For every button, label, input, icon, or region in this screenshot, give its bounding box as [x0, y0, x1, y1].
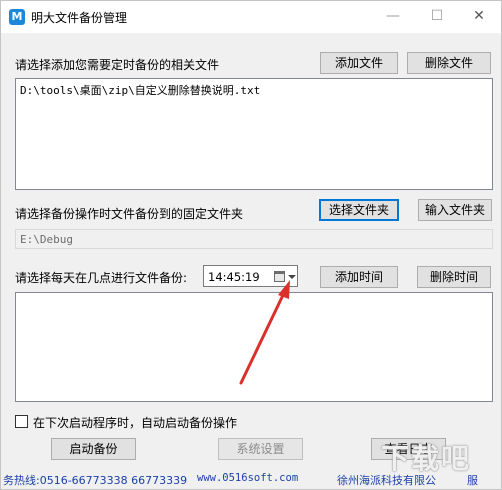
backup-folder-field: E:\Debug — [15, 229, 493, 249]
folder-label: 请选择备份操作时文件备份到的固定文件夹 — [15, 207, 244, 221]
maximize-icon[interactable]: ☐ — [415, 1, 459, 31]
calendar-icon[interactable] — [274, 271, 285, 282]
add-time-button[interactable]: 添加时间 — [320, 266, 398, 288]
delete-time-button[interactable]: 删除时间 — [417, 266, 491, 288]
watermark-logo: 下载吧 — [381, 442, 472, 475]
backup-folder-path: E:\Debug — [20, 233, 73, 246]
select-folder-button[interactable]: 选择文件夹 — [319, 199, 399, 221]
app-logo-icon: M — [9, 9, 25, 25]
backup-time-picker[interactable]: 14:45:19 — [203, 265, 298, 287]
system-settings-button: 系统设置 — [218, 438, 303, 460]
minimize-icon[interactable]: — — [371, 1, 415, 31]
file-list-item[interactable]: D:\tools\桌面\zip\自定义删除替换说明.txt — [20, 82, 260, 98]
time-label: 请选择每天在几点进行文件备份: — [15, 271, 188, 285]
autostart-checkbox[interactable] — [15, 415, 28, 428]
autostart-label: 在下次启动程序时，自动启动备份操作 — [33, 416, 238, 430]
time-list[interactable] — [15, 292, 493, 402]
website-link[interactable]: www.0516soft.com — [197, 472, 298, 484]
chevron-down-icon[interactable] — [288, 275, 296, 279]
window-title: 明大文件备份管理 — [31, 11, 128, 25]
app-window: M 明大文件备份管理 — ☐ ✕ 请选择添加您需要定时备份的相关文件 添加文件 … — [0, 0, 502, 490]
file-list[interactable]: D:\tools\桌面\zip\自定义删除替换说明.txt — [15, 78, 493, 190]
input-folder-button[interactable]: 输入文件夹 — [418, 199, 492, 221]
title-bar[interactable]: M 明大文件备份管理 — ☐ ✕ — [1, 1, 501, 33]
add-file-button[interactable]: 添加文件 — [320, 52, 398, 74]
delete-file-button[interactable]: 删除文件 — [407, 52, 491, 74]
backup-time-value[interactable]: 14:45:19 — [208, 270, 260, 284]
close-icon[interactable]: ✕ — [457, 1, 501, 31]
hotline-text: 务热线:0516-66773338 66773339 — [3, 474, 188, 487]
files-label: 请选择添加您需要定时备份的相关文件 — [15, 58, 220, 72]
start-backup-button[interactable]: 启动备份 — [51, 438, 136, 460]
